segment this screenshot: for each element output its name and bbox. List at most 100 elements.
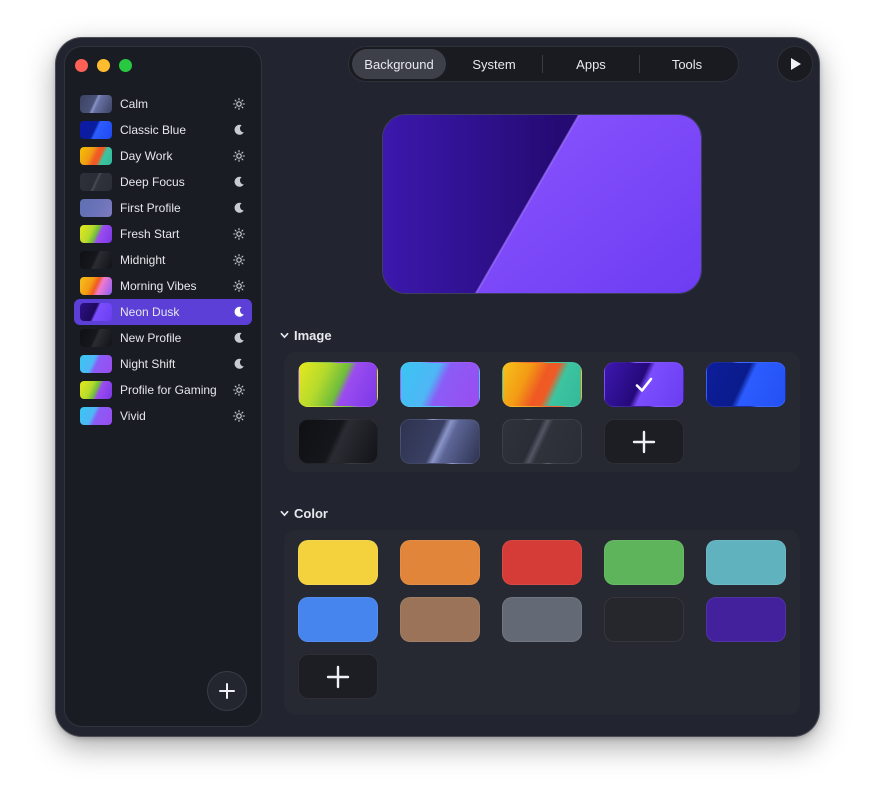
image-swatch-calm[interactable]	[400, 419, 480, 464]
checkmark-icon	[635, 377, 653, 392]
moon-icon	[232, 123, 246, 137]
profile-thumbnail	[80, 147, 112, 165]
profile-thumbnail	[80, 329, 112, 347]
profile-name: Calm	[120, 97, 149, 111]
color-section-header[interactable]: Color	[280, 506, 328, 521]
preview-art	[383, 115, 701, 293]
profile-name: Classic Blue	[120, 123, 187, 137]
profile-item[interactable]: Profile for Gaming	[74, 377, 252, 403]
image-section-header[interactable]: Image	[280, 328, 332, 343]
profile-item[interactable]: Fresh Start	[74, 221, 252, 247]
plus-icon	[219, 683, 235, 699]
image-swatch-deep-focus[interactable]	[502, 419, 582, 464]
image-swatch-midnight[interactable]	[298, 419, 378, 464]
color-swatch-brown[interactable]	[400, 597, 480, 642]
profile-thumbnail	[80, 381, 112, 399]
color-swatch-blue[interactable]	[298, 597, 378, 642]
profile-thumbnail	[80, 121, 112, 139]
add-profile-button[interactable]	[207, 671, 247, 711]
profile-item[interactable]: Classic Blue	[74, 117, 252, 143]
profile-name: Neon Dusk	[120, 305, 180, 319]
app-window: Calm Classic Blue Day Work Deep Focus First …	[56, 38, 819, 736]
wallpaper-preview	[382, 114, 702, 294]
play-icon	[791, 58, 801, 70]
profile-item[interactable]: Night Shift	[74, 351, 252, 377]
profile-item[interactable]: Vivid	[74, 403, 252, 429]
chevron-down-icon	[280, 332, 289, 339]
color-swatch-indigo[interactable]	[706, 597, 786, 642]
profile-thumbnail	[80, 225, 112, 243]
sun-icon	[232, 227, 246, 241]
moon-icon	[232, 305, 246, 319]
add-image-button[interactable]	[604, 419, 684, 464]
profile-item[interactable]: Midnight	[74, 247, 252, 273]
color-swatch-orange[interactable]	[400, 540, 480, 585]
chevron-down-icon	[280, 510, 289, 517]
profile-item[interactable]: Day Work	[74, 143, 252, 169]
tab-bar: Background System Apps Tools	[348, 46, 739, 82]
moon-icon	[232, 175, 246, 189]
sidebar: Calm Classic Blue Day Work Deep Focus First …	[64, 46, 262, 727]
minimize-window-button[interactable]	[97, 59, 110, 72]
image-section-title: Image	[294, 328, 332, 343]
color-section-title: Color	[294, 506, 328, 521]
profile-name: Midnight	[120, 253, 166, 267]
profile-thumbnail	[80, 199, 112, 217]
color-swatch-yellow[interactable]	[298, 540, 378, 585]
color-swatch-gray[interactable]	[502, 597, 582, 642]
profile-name: Morning Vibes	[120, 279, 197, 293]
profile-item[interactable]: Deep Focus	[74, 169, 252, 195]
plus-icon	[326, 665, 350, 688]
profile-name: Profile for Gaming	[120, 383, 217, 397]
color-panel	[284, 530, 800, 715]
image-swatch-neon-dusk[interactable]	[604, 362, 684, 407]
add-color-button[interactable]	[298, 654, 378, 699]
profile-item[interactable]: First Profile	[74, 195, 252, 221]
tab-apps[interactable]: Apps	[543, 49, 639, 79]
moon-icon	[232, 331, 246, 345]
image-swatch-lime-purple[interactable]	[298, 362, 378, 407]
image-panel	[284, 352, 800, 472]
moon-icon	[232, 357, 246, 371]
close-window-button[interactable]	[75, 59, 88, 72]
profile-item[interactable]: Neon Dusk	[74, 299, 252, 325]
zoom-window-button[interactable]	[119, 59, 132, 72]
profile-thumbnail	[80, 251, 112, 269]
profile-name: Deep Focus	[120, 175, 185, 189]
profile-thumbnail	[80, 303, 112, 321]
sun-icon	[232, 253, 246, 267]
sun-icon	[232, 97, 246, 111]
profile-item[interactable]: Morning Vibes	[74, 273, 252, 299]
profile-list: Calm Classic Blue Day Work Deep Focus First …	[74, 91, 252, 429]
profile-name: New Profile	[120, 331, 182, 345]
sun-icon	[232, 383, 246, 397]
plus-icon	[632, 430, 656, 453]
profile-item[interactable]: Calm	[74, 91, 252, 117]
tab-system[interactable]: System	[446, 49, 542, 79]
profile-name: First Profile	[120, 201, 181, 215]
color-swatch-charcoal[interactable]	[604, 597, 684, 642]
color-swatch-teal[interactable]	[706, 540, 786, 585]
profile-name: Fresh Start	[120, 227, 180, 241]
profile-name: Day Work	[120, 149, 173, 163]
profile-item[interactable]: New Profile	[74, 325, 252, 351]
moon-icon	[232, 201, 246, 215]
play-button[interactable]	[777, 46, 813, 82]
sun-icon	[232, 149, 246, 163]
image-swatch-cyan-purple[interactable]	[400, 362, 480, 407]
profile-thumbnail	[80, 355, 112, 373]
color-swatch-red[interactable]	[502, 540, 582, 585]
image-swatch-sunset[interactable]	[502, 362, 582, 407]
tab-background[interactable]: Background	[352, 49, 446, 79]
profile-name: Vivid	[120, 409, 146, 423]
tab-tools[interactable]: Tools	[640, 49, 734, 79]
color-swatch-green[interactable]	[604, 540, 684, 585]
profile-thumbnail	[80, 277, 112, 295]
sun-icon	[232, 409, 246, 423]
profile-thumbnail	[80, 95, 112, 113]
profile-thumbnail	[80, 407, 112, 425]
image-swatch-classic-blue[interactable]	[706, 362, 786, 407]
profile-name: Night Shift	[120, 357, 176, 371]
window-controls	[75, 59, 132, 72]
profile-thumbnail	[80, 173, 112, 191]
